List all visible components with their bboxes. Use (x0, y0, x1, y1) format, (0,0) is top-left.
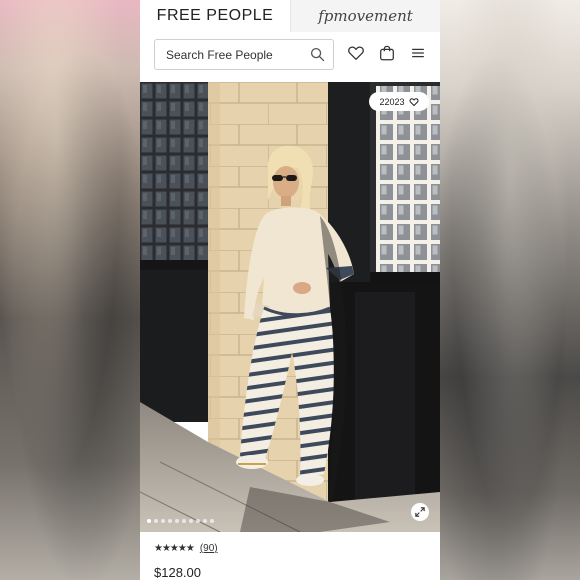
pagination-dot[interactable] (210, 519, 214, 523)
blurred-background-left (0, 0, 140, 580)
expand-icon (415, 507, 425, 517)
star-rating: ★★★★★ (154, 543, 195, 554)
search-row: Search Free People (140, 32, 440, 80)
search-input[interactable]: Search Free People (154, 39, 334, 70)
pagination-dot[interactable] (161, 519, 165, 523)
pagination-dot[interactable] (154, 519, 158, 523)
heart-icon[interactable] (347, 44, 365, 62)
free-people-tab[interactable]: FREE PEOPLE (140, 0, 290, 32)
pagination-dot[interactable] (168, 519, 172, 523)
likes-count: 22023 (379, 96, 405, 107)
image-pagination[interactable] (147, 519, 214, 523)
mobile-product-page: FREE PEOPLE fpmovement Search Free Peopl… (140, 0, 440, 580)
pagination-dot[interactable] (147, 519, 151, 523)
pagination-dot[interactable] (182, 519, 186, 523)
likes-badge[interactable]: 22023 (369, 92, 429, 111)
brand-bar: FREE PEOPLE fpmovement (140, 0, 440, 32)
hamburger-menu-icon[interactable] (409, 44, 427, 62)
search-icon[interactable] (310, 47, 325, 62)
search-placeholder: Search Free People (166, 47, 273, 62)
product-price: $128.00 (154, 565, 201, 580)
pagination-dot[interactable] (175, 519, 179, 523)
fp-movement-tab[interactable]: fpmovement (290, 0, 440, 32)
shopping-bag-icon[interactable] (378, 44, 396, 62)
pagination-dot[interactable] (196, 519, 200, 523)
rating-row: ★★★★★ (90) (154, 543, 218, 554)
pagination-dot[interactable] (189, 519, 193, 523)
heart-icon (408, 97, 419, 106)
blurred-background-right (440, 0, 580, 580)
pagination-dot[interactable] (203, 519, 207, 523)
review-count-link[interactable]: (90) (200, 543, 218, 554)
product-image[interactable] (140, 82, 440, 532)
expand-button[interactable] (411, 503, 429, 521)
